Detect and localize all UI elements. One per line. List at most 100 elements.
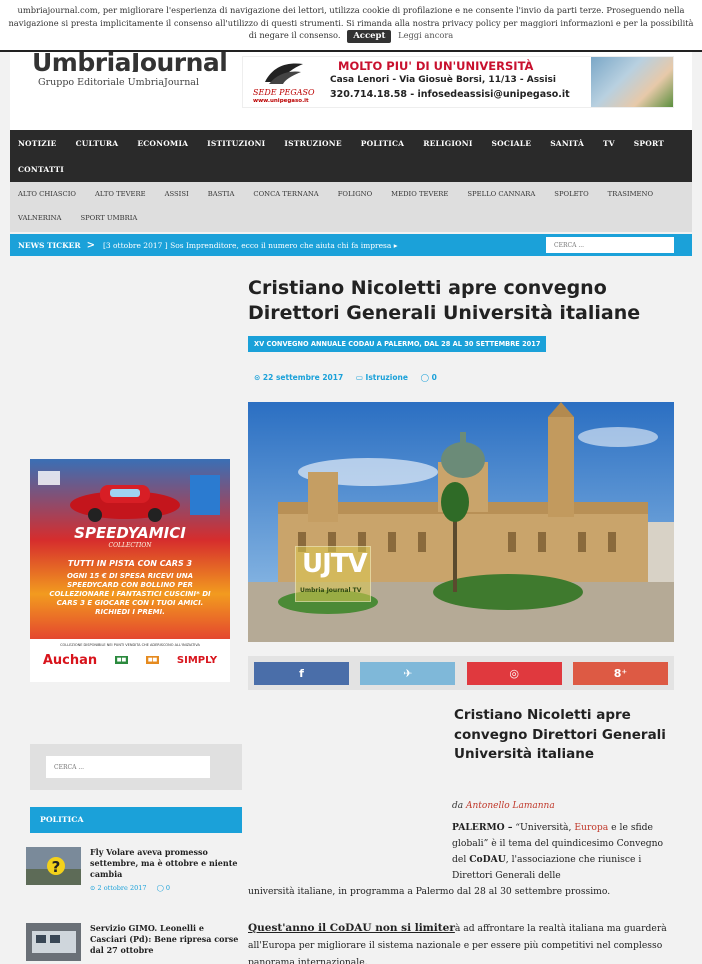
logo-subtitle: Gruppo Editoriale UmbriaJournal (38, 77, 200, 88)
post-thumbnail (26, 923, 81, 961)
area-nav-row: VALNERINA SPORT UMBRIA (10, 206, 692, 230)
ujtv-logo-text: UJTV (302, 549, 368, 579)
sidebar-post[interactable]: Servizio GIMO. Leonelli e Casciari (Pd):… (26, 923, 238, 963)
share-facebook-button[interactable]: f (254, 661, 349, 685)
area-item-bastia[interactable]: BASTIA (208, 190, 235, 198)
store-logo-icon: ■■ (145, 656, 160, 664)
area-item-spello-cannara[interactable]: SPELLO CANNARA (467, 190, 535, 198)
nav-item-cultura[interactable]: CULTURA (76, 139, 119, 148)
ticker-arrow-icon: > (86, 239, 95, 251)
post-title[interactable]: Fly Volare aveva promesso settembre, ma … (90, 847, 240, 880)
area-item-trasimeno[interactable]: TRASIMENO (608, 190, 653, 198)
cars3-advertisement[interactable]: SPEEDYAMICI COLLECTION TUTTI IN PISTA CO… (30, 459, 230, 682)
pegaso-banner-ad[interactable]: SEDE PEGASO www.unipegaso.it MOLTO PIU' … (242, 56, 674, 108)
read-more-link[interactable]: Leggi ancora (398, 30, 453, 40)
main-nav-row: CONTATTI (10, 156, 692, 182)
article-meta: ⊙ 22 settembre 2017 ▭ Istruzione ◯ 0 (254, 373, 447, 382)
nav-item-contatti[interactable]: CONTATTI (18, 165, 64, 174)
banner-web: www.unipegaso.it (253, 98, 309, 104)
post-thumbnail: ? (26, 847, 81, 885)
area-item-alto-tevere[interactable]: ALTO TEVERE (95, 190, 146, 198)
site-header: UmbriaJournal Gruppo Editoriale UmbriaJo… (10, 52, 692, 130)
article-title: Cristiano Nicoletti apre convegno Dirett… (248, 277, 641, 324)
gplus-icon: 8⁺ (613, 666, 628, 680)
post-title[interactable]: Servizio GIMO. Leonelli e Casciari (Pd):… (90, 923, 240, 956)
nav-item-economia[interactable]: ECONOMIA (137, 139, 188, 148)
article-category-link[interactable]: ▭ Istruzione (356, 373, 408, 382)
nav-item-istruzione[interactable]: ISTRUZIONE (284, 139, 341, 148)
accept-button[interactable]: Accept (347, 30, 392, 43)
paragraph-text: “Università, (515, 822, 572, 833)
facebook-icon: f (299, 666, 304, 680)
author-link[interactable]: Antonello Lamanna (466, 801, 555, 811)
site-logo[interactable]: UmbriaJournal Gruppo Editoriale UmbriaJo… (32, 52, 227, 88)
news-ticker: NEWS TICKER > [3 ottobre 2017 ] Sos Impr… (10, 234, 692, 256)
sidebar-search (30, 744, 242, 790)
share-twitter-button[interactable]: ✈ (360, 661, 456, 685)
nav-item-tv[interactable]: TV (603, 139, 615, 148)
ad-logos: Auchan ■■ ■■ SIMPLY (34, 651, 226, 669)
header-search-input[interactable] (546, 237, 674, 253)
share-pinterest-button[interactable]: ◎ (466, 661, 562, 685)
share-gplus-button[interactable]: 8⁺ (572, 661, 668, 685)
pegasus-bird-icon (265, 63, 303, 84)
sidebar-section-title[interactable]: POLITICA (30, 807, 242, 833)
ticker-label: NEWS TICKER (18, 240, 81, 250)
nav-item-sanita[interactable]: SANITÀ (550, 139, 584, 148)
area-item-conca-ternana[interactable]: CONCA TERNANA (253, 190, 318, 198)
banner-address: Casa Lenori - Via Giosuè Borsi, 11/13 - … (330, 75, 556, 85)
ticker-headline[interactable]: [3 ottobre 2017 ] Sos Imprenditore, ecco… (103, 241, 398, 250)
area-item-foligno[interactable]: FOLIGNO (338, 190, 372, 198)
article-date: ⊙ 22 settembre 2017 (254, 373, 344, 382)
ad-headline: TUTTI IN PISTA CON CARS 3 (67, 559, 193, 568)
article-subheading: Cristiano Nicoletti apre convegno Dirett… (454, 707, 666, 762)
svg-text:?: ? (52, 858, 61, 876)
cathedral-photo (248, 402, 674, 642)
share-bar: f ✈ ◎ 8⁺ (248, 656, 674, 690)
sidebar-search-input[interactable] (46, 756, 210, 778)
banner-contact: 320.714.18.58 - infosedeassisi@unipegaso… (330, 89, 570, 100)
nav-item-sociale[interactable]: SOCIALE (492, 139, 532, 148)
nav-item-politica[interactable]: POLITICA (361, 139, 404, 148)
nav-item-religioni[interactable]: RELIGIONI (423, 139, 472, 148)
area-item-assisi[interactable]: ASSISI (165, 190, 189, 198)
post-date: ⊙ 2 ottobre 2017 (90, 884, 147, 892)
nav-item-sport[interactable]: SPORT (634, 139, 664, 148)
banner-sede: SEDE PEGASO (253, 88, 315, 97)
dateline: PALERMO – (452, 822, 513, 833)
main-nav: NOTIZIE CULTURA ECONOMIA ISTITUZIONI IST… (10, 130, 692, 182)
sidebar-post[interactable]: ? Fly Volare aveva promesso settembre, m… (26, 847, 237, 895)
twitter-icon: ✈ (403, 666, 413, 680)
article-paragraph: PALERMO – “Università, Europa e le sfide… (452, 820, 676, 884)
ad-subtitle: COLLECTION (108, 542, 152, 549)
content-area: SPEEDYAMICI COLLECTION TUTTI IN PISTA CO… (10, 256, 692, 964)
nav-item-istituzioni[interactable]: ISTITUZIONI (207, 139, 265, 148)
area-item-alto-chiascio[interactable]: ALTO CHIASCIO (18, 190, 76, 198)
europa-link[interactable]: Europa (574, 822, 608, 833)
area-nav-row: ALTO CHIASCIO ALTO TEVERE ASSISI BASTIA … (10, 182, 692, 206)
article-paragraph: università italiane, in programma a Pale… (248, 886, 611, 897)
pinterest-icon: ◎ (509, 666, 519, 680)
area-nav: ALTO CHIASCIO ALTO TEVERE ASSISI BASTIA … (10, 182, 692, 232)
banner-headline: MOLTO PIU' DI UN'UNIVERSITÀ (338, 59, 534, 73)
ujtv-logo-caption: Umbria Journal TV (300, 587, 362, 594)
article-comments-link[interactable]: ◯ 0 (421, 373, 437, 382)
area-item-spoleto[interactable]: SPOLETO (554, 190, 588, 198)
ujtv-logo: UJTV Umbria Journal TV (295, 546, 371, 602)
store-logo-icon: ■■ (114, 656, 129, 664)
area-item-medio-tevere[interactable]: MEDIO TEVERE (391, 190, 448, 198)
article-tag: XV CONVEGNO ANNUALE CODAU A PALERMO, DAL… (248, 336, 547, 352)
ad-disclaimer: COLLEZIONE DISPONIBILE NEI PUNTI VENDITA… (60, 643, 200, 647)
logo-title: UmbriaJournal (32, 52, 228, 72)
area-item-valnerina[interactable]: VALNERINA (18, 214, 61, 222)
nav-item-notizie[interactable]: NOTIZIE (18, 139, 57, 148)
article-paragraph: Quest'anno il CoDAU non si limiterà ad a… (248, 920, 688, 964)
cookie-banner: umbriajournal.com, per migliorare l'espe… (0, 0, 702, 52)
area-item-sport-umbria[interactable]: SPORT UMBRIA (80, 214, 137, 222)
article-hero-image: UJTV Umbria Journal TV (248, 402, 674, 642)
ad-body: OGNI 15 € DI SPESA RICEVI UNA SPEEDYCARD… (49, 572, 211, 616)
codau-text: CoDAU (469, 854, 506, 865)
simply-logo: SIMPLY (176, 654, 218, 666)
article-byline: da Antonello Lamanna (452, 801, 555, 811)
auchan-logo: Auchan (42, 652, 98, 668)
